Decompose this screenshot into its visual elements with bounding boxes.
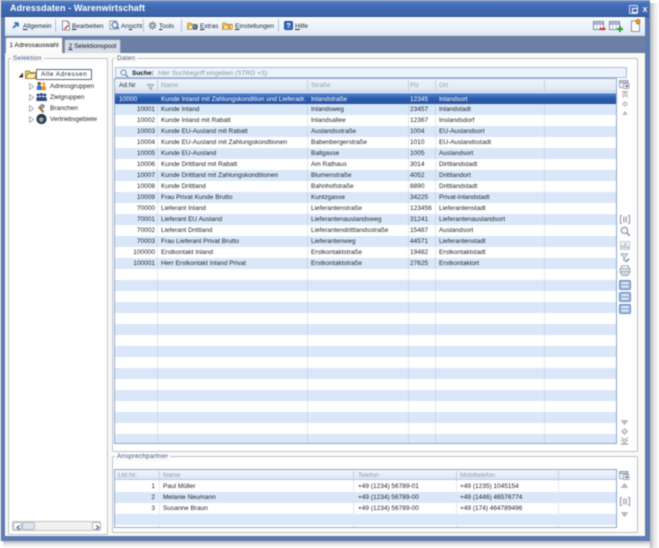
svg-text:?: ? xyxy=(286,23,290,30)
